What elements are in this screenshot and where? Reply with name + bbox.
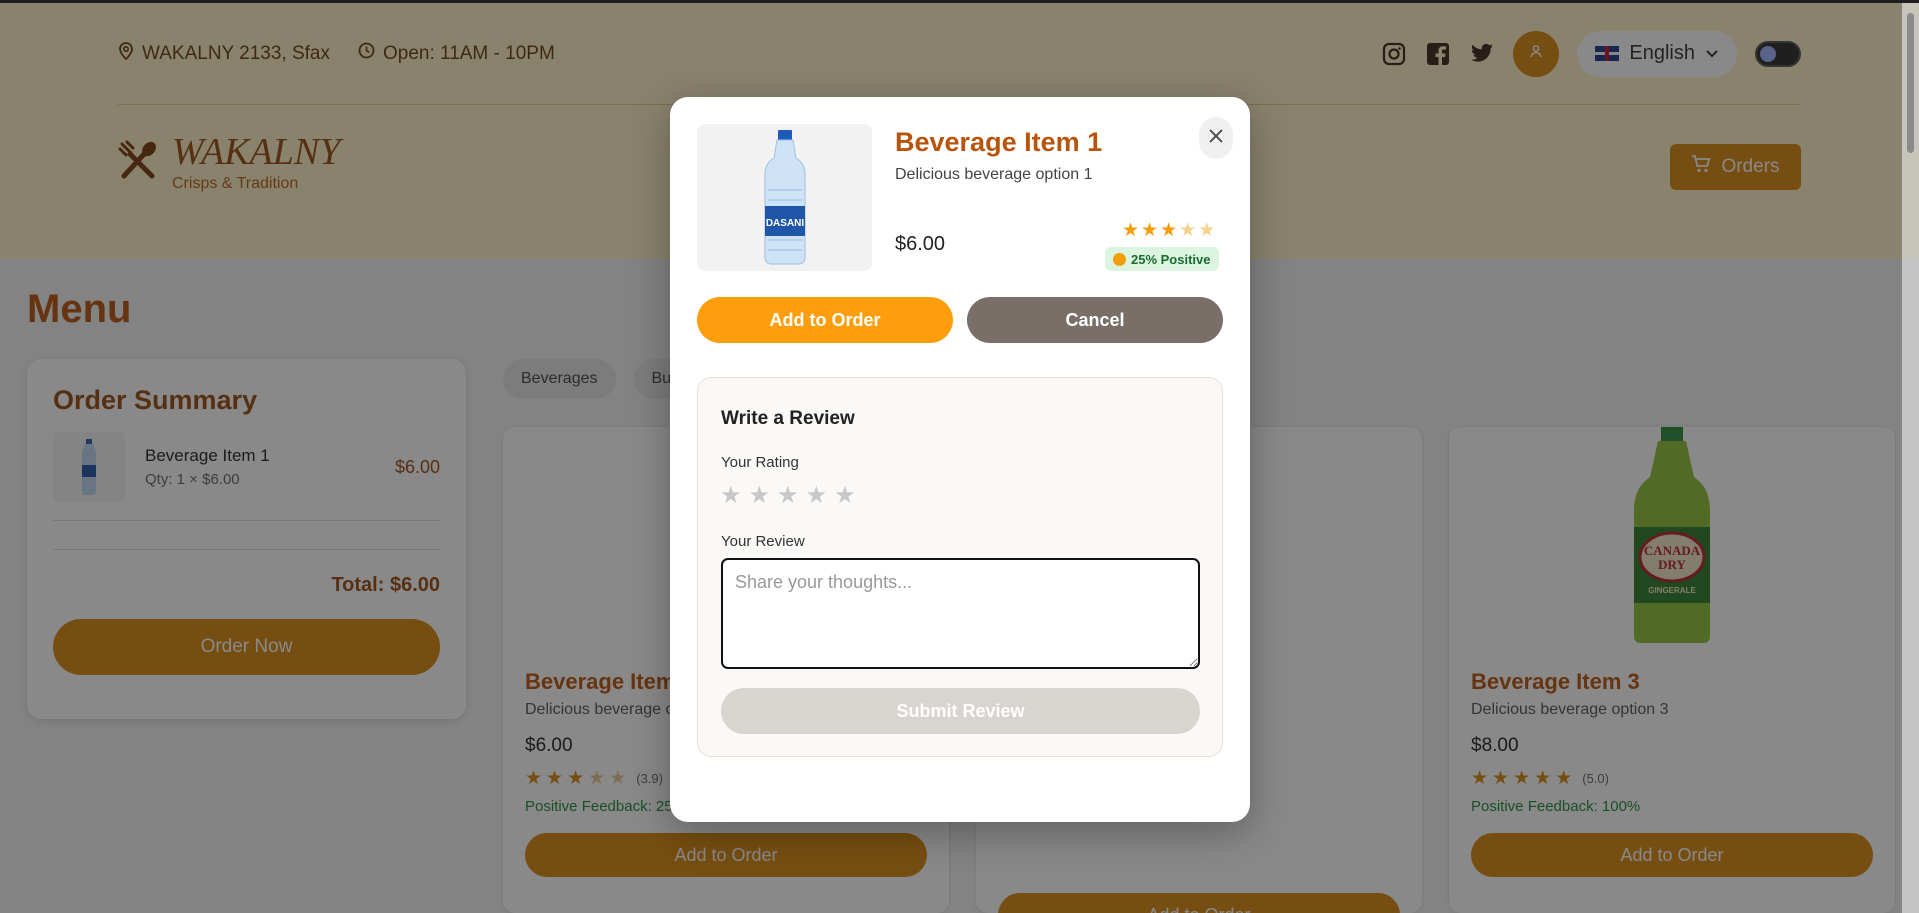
rating-star-2[interactable]: ★ [749, 481, 771, 510]
rating-star-1[interactable]: ★ [720, 481, 742, 510]
review-textarea[interactable] [721, 558, 1200, 669]
rating-star-4[interactable]: ★ [806, 481, 828, 510]
rating-star-3[interactable]: ★ [777, 481, 799, 510]
star-icon: ★ [1160, 220, 1178, 241]
cancel-button[interactable]: Cancel [967, 297, 1223, 343]
product-modal: DASANI Beverage Item 1 Delicious beverag… [670, 97, 1250, 822]
product-image: DASANI [697, 124, 872, 271]
submit-review-button[interactable]: Submit Review [721, 688, 1200, 734]
review-title: Write a Review [721, 408, 855, 429]
star-icon: ★ [1198, 220, 1216, 241]
review-label: Your Review [721, 533, 805, 550]
positive-feedback-text: 25% Positive [1131, 251, 1211, 267]
page-scrollbar[interactable] [1902, 3, 1919, 913]
rating-input: ★ ★ ★ ★ ★ [720, 481, 856, 510]
product-title: Beverage Item 1 [895, 127, 1103, 157]
add-to-order-button[interactable]: Add to Order [697, 297, 953, 343]
scrollbar-thumb[interactable] [1907, 13, 1914, 153]
product-price: $6.00 [895, 233, 946, 255]
star-icon: ★ [1179, 220, 1197, 241]
review-form: Write a Review Your Rating ★ ★ ★ ★ ★ You… [697, 377, 1223, 757]
star-icon: ★ [1122, 220, 1140, 241]
rating-star-5[interactable]: ★ [834, 481, 856, 510]
smile-icon [1113, 252, 1126, 266]
close-icon [1209, 128, 1223, 148]
product-description: Delicious beverage option 1 [895, 166, 1093, 183]
positive-feedback-badge: 25% Positive [1105, 247, 1219, 271]
star-icon: ★ [1141, 220, 1159, 241]
close-button[interactable] [1199, 117, 1233, 159]
svg-text:DASANI: DASANI [765, 218, 804, 229]
product-rating: ★ ★ ★ ★ ★ [1122, 219, 1215, 242]
rating-label: Your Rating [721, 454, 799, 471]
